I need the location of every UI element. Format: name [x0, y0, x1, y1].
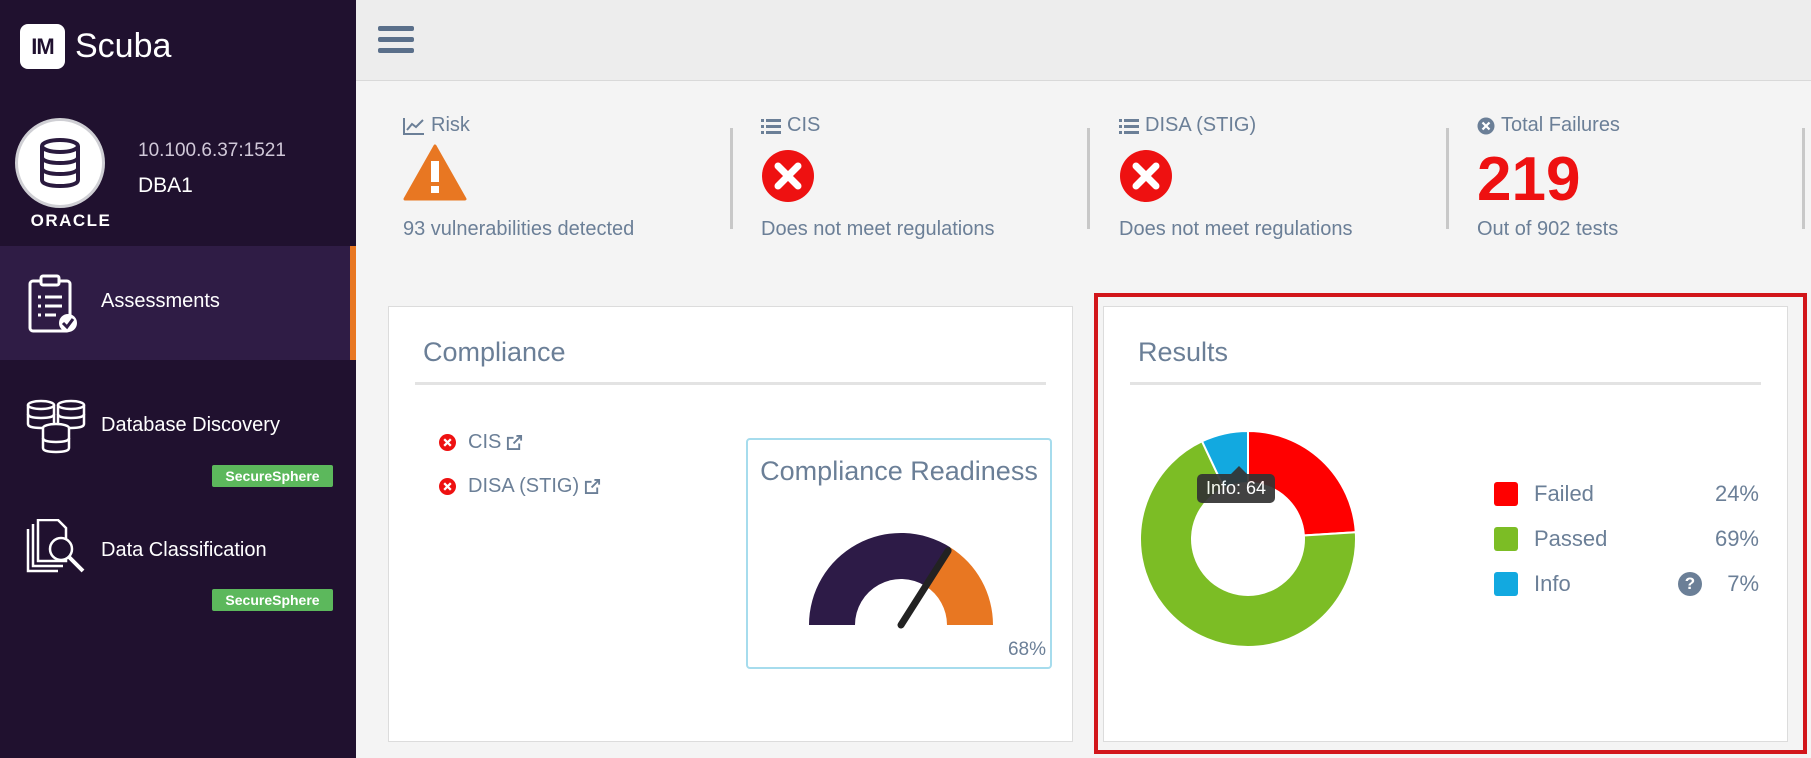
brand[interactable]: IM Scuba	[20, 24, 171, 69]
compliance-readiness-card: Compliance Readiness 68%	[746, 438, 1052, 669]
risk-stat: Risk 93 vulnerabilities detected	[403, 114, 634, 240]
securesphere-badge: SecureSphere	[212, 589, 333, 611]
cis-title: CIS	[787, 114, 821, 136]
divider	[1802, 128, 1805, 229]
sidebar-item-database-discovery[interactable]: Database Discovery SecureSphere	[0, 380, 356, 490]
readiness-value: 68%	[1007, 639, 1046, 660]
readiness-title: Compliance Readiness	[760, 456, 1038, 486]
top-bar	[356, 0, 1811, 81]
failures-count: 219	[1477, 145, 1581, 214]
app-name: Scuba	[75, 27, 172, 65]
cis-link[interactable]: CIS	[439, 431, 523, 454]
menu-icon[interactable]	[378, 26, 414, 56]
external-link-icon	[507, 434, 523, 451]
disa-link-label: DISA (STIG)	[468, 475, 580, 497]
cis-stat: CIS Does not meet regulations	[761, 114, 994, 240]
databases-icon	[25, 398, 89, 461]
disa-link[interactable]: DISA (STIG)	[439, 475, 601, 498]
total-failures-stat: Total Failures 219 Out of 902 tests	[1477, 114, 1620, 240]
sidebar-item-label: Data Classification	[101, 539, 267, 561]
risk-title: Risk	[431, 114, 470, 136]
securesphere-badge: SecureSphere	[212, 465, 333, 487]
database-host: 10.100.6.37:1521	[138, 140, 286, 161]
fail-icon	[439, 478, 456, 495]
failures-subtitle: Out of 902 tests	[1477, 218, 1619, 240]
panel-divider	[415, 382, 1046, 385]
highlight-box	[1094, 293, 1807, 754]
compliance-title: Compliance	[423, 337, 566, 367]
compliance-panel: Compliance CIS DISA (STIG) Compliance Re…	[388, 306, 1073, 742]
times-circle-icon	[1477, 117, 1495, 134]
divider	[1087, 128, 1090, 229]
sidebar-item-assessments[interactable]: Assessments	[0, 246, 356, 360]
fail-icon	[439, 434, 456, 451]
disa-title: DISA (STIG)	[1145, 114, 1257, 136]
list-icon	[1119, 118, 1139, 134]
cis-subtitle: Does not meet regulations	[761, 218, 995, 240]
brand-logo: IM	[20, 24, 65, 69]
sidebar-item-label: Assessments	[101, 290, 220, 312]
divider	[1446, 128, 1449, 229]
external-link-icon	[585, 478, 601, 495]
clipboard-check-icon	[25, 273, 81, 340]
line-chart-icon	[403, 117, 424, 135]
disa-subtitle: Does not meet regulations	[1119, 218, 1353, 240]
failures-title: Total Failures	[1501, 114, 1620, 136]
divider	[730, 128, 733, 229]
disa-stat: DISA (STIG) Does not meet regulations	[1119, 114, 1352, 240]
list-icon	[761, 118, 781, 134]
sidebar-item-data-classification[interactable]: Data Classification SecureSphere	[0, 505, 356, 615]
risk-subtitle: 93 vulnerabilities detected	[403, 218, 635, 240]
fail-icon	[1120, 150, 1172, 202]
cis-link-label: CIS	[468, 431, 502, 453]
database-icon	[15, 118, 105, 208]
readiness-gauge	[809, 533, 993, 629]
sidebar: IM Scuba ORACLE 10.100.6.37:1521 DBA1 As…	[0, 0, 356, 758]
database-type: ORACLE	[30, 211, 112, 230]
fail-icon	[762, 150, 814, 202]
document-search-icon	[25, 518, 89, 584]
warning-icon	[403, 144, 467, 201]
database-name: DBA1	[138, 174, 193, 197]
sidebar-item-label: Database Discovery	[101, 414, 280, 436]
